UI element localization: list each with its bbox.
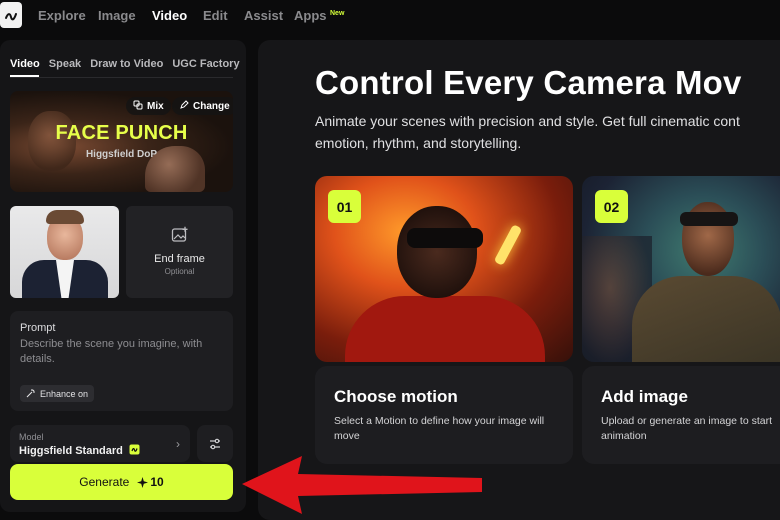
generate-label: Generate [79, 475, 130, 489]
model-name: Higgsfield Standard [19, 444, 123, 457]
prompt-label: Prompt [20, 322, 56, 334]
step-2-description: Upload or generate an image to start ani… [601, 415, 773, 442]
nav-assist[interactable]: Assist [244, 8, 283, 23]
page-description: Animate your scenes with precision and s… [315, 113, 740, 151]
sparkle-wand-icon [26, 388, 36, 400]
sparkle-icon [137, 476, 149, 488]
nav-explore[interactable]: Explore [38, 8, 86, 23]
step-1-number: 01 [328, 190, 361, 223]
step-2-person-body [632, 276, 780, 362]
nav-image[interactable]: Image [98, 8, 136, 23]
image-add-icon [171, 226, 188, 242]
mode-tabs: Video Speak Draw to Video UGC Factory [10, 58, 240, 70]
page-title: Control Every Camera Mov [315, 64, 742, 101]
prompt-input[interactable]: Describe the scene you imagine, with det… [20, 337, 220, 367]
prompt-box[interactable]: Prompt Describe the scene you imagine, w… [10, 311, 233, 411]
step-2-image: 02 [582, 176, 780, 362]
tabs-divider [10, 77, 233, 78]
nav-video[interactable]: Video [152, 8, 187, 23]
mix-button[interactable]: Mix [126, 97, 171, 115]
step-2-title: Add image [601, 387, 688, 406]
generate-button[interactable]: Generate 10 [10, 464, 233, 500]
step-2-number: 02 [595, 190, 628, 223]
model-label: Model [19, 432, 44, 442]
pencil-icon [179, 99, 189, 113]
model-badge-icon [129, 444, 140, 458]
step-1-title: Choose motion [334, 387, 458, 406]
chevron-right-icon: › [176, 437, 180, 451]
motion-preset-card[interactable]: FACE PUNCH Higgsfield DoP Mix Change [10, 91, 233, 192]
red-arrow-annotation [242, 456, 482, 514]
step-2-sunglasses [680, 212, 738, 226]
top-nav: Explore Image Video Edit Assist Apps New [0, 0, 780, 32]
preset-subtitle: Higgsfield DoP [85, 149, 158, 160]
end-frame-upload[interactable]: End frame Optional [126, 206, 233, 298]
mix-icon [133, 100, 143, 113]
model-selector[interactable]: Model Higgsfield Standard › [10, 425, 190, 462]
step-1-light [493, 224, 523, 266]
nav-apps[interactable]: Apps [294, 8, 327, 23]
tab-speak[interactable]: Speak [49, 58, 81, 70]
end-frame-optional: Optional [164, 267, 195, 276]
change-label: Change [193, 100, 230, 112]
change-button[interactable]: Change [172, 97, 233, 115]
enhance-label: Enhance on [40, 388, 89, 399]
credit-cost: 10 [137, 475, 164, 489]
new-badge: New [330, 10, 345, 17]
tab-draw-to-video[interactable]: Draw to Video [90, 58, 163, 70]
step-1-sunglasses [407, 228, 483, 248]
tab-ugc-factory[interactable]: UGC Factory [172, 58, 239, 70]
preset-title: FACE PUNCH [55, 122, 188, 144]
mix-label: Mix [147, 100, 164, 112]
step-1-image: 01 [315, 176, 573, 362]
step-1-person-body [345, 296, 545, 362]
start-frame-image[interactable] [10, 206, 119, 298]
model-value: Higgsfield Standard [19, 444, 140, 458]
step-1-description: Select a Motion to define how your image… [334, 415, 545, 442]
logo-icon[interactable] [0, 2, 22, 28]
start-frame-hair [46, 210, 84, 224]
enhance-toggle[interactable]: Enhance on [20, 385, 95, 402]
settings-button[interactable] [197, 425, 233, 462]
credit-cost-value: 10 [150, 475, 164, 489]
tab-video[interactable]: Video [10, 58, 40, 70]
end-frame-label: End frame [154, 253, 205, 265]
main-content: Control Every Camera Mov Animate your sc… [258, 40, 780, 520]
step-2-card: Add image Upload or generate an image to… [582, 366, 780, 464]
step-1-person-head [397, 206, 477, 298]
nav-edit[interactable]: Edit [203, 8, 228, 23]
sliders-icon [210, 438, 220, 449]
